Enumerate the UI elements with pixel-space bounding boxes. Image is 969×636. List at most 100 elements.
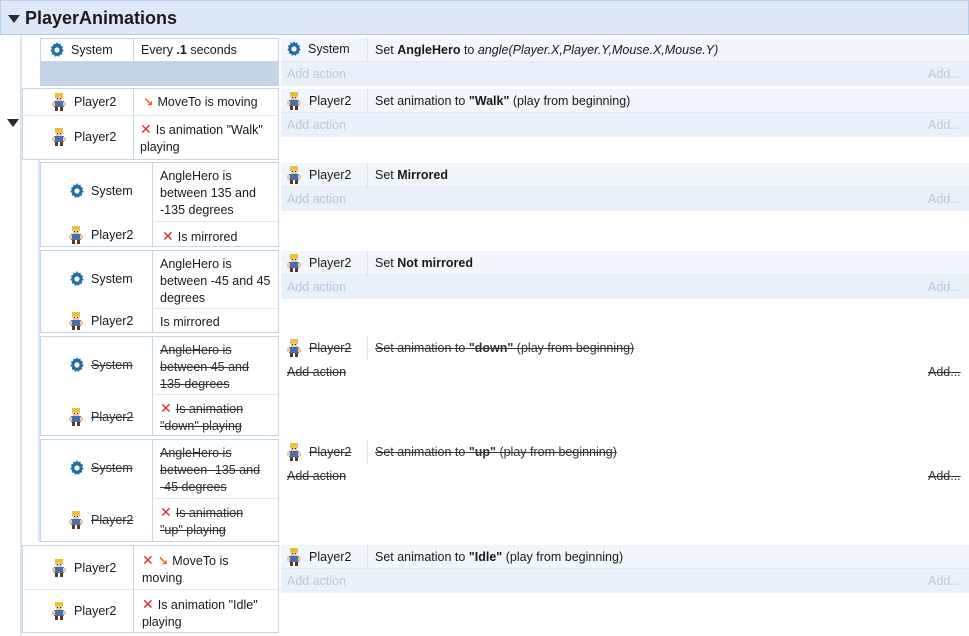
action-row[interactable]: Player2 Set Not mirrored <box>281 251 969 275</box>
add-action-row-disabled[interactable]: Add action Add... <box>281 464 969 488</box>
object-name: System <box>91 184 133 198</box>
system-gear-icon <box>69 271 85 287</box>
event-4-conditions[interactable]: System AngleHero is between -45 and 45 deg… <box>40 250 279 333</box>
add-more-link[interactable]: Add... <box>928 280 961 294</box>
action-text: Set Mirrored <box>375 168 448 182</box>
add-action-link[interactable]: Add action <box>287 469 346 483</box>
object-name: Player2 <box>74 561 117 575</box>
object-name: Player2 <box>74 604 117 618</box>
collapse-triangle-icon[interactable] <box>8 15 20 23</box>
invert-x-icon: ✕ <box>162 228 174 244</box>
add-action-link[interactable]: Add action <box>287 118 346 132</box>
action-text: Set Not mirrored <box>375 256 473 270</box>
add-action-row[interactable]: Add action Add... <box>281 569 969 593</box>
object-name: Player2 <box>91 513 134 527</box>
condition-text: Is mirrored <box>160 315 220 329</box>
action-row[interactable]: Player2 Set animation to "Walk" (play fr… <box>281 89 969 113</box>
object-name: Player2 <box>309 445 352 459</box>
action-row[interactable]: Player2 Set Mirrored <box>281 163 969 187</box>
condition-text: ✕ Is animation "up" playing <box>160 504 244 537</box>
object-name: Player2 <box>91 314 134 328</box>
invert-x-icon: ✕ <box>142 596 154 612</box>
moveto-behavior-icon: ↘ <box>157 554 169 568</box>
system-gear-icon <box>69 460 85 476</box>
group-header[interactable]: PlayerAnimations <box>0 0 969 35</box>
object-name: System <box>91 272 133 286</box>
condition-text: ✕ Is mirrored <box>162 228 238 244</box>
invert-x-icon: ✕ <box>160 400 172 416</box>
action-text: Set animation to "Walk" (play from begin… <box>375 94 631 108</box>
condition-text: ✕ Is animation "down" playing <box>160 400 244 433</box>
action-row[interactable]: System Set AngleHero to angle(Player.X,P… <box>281 38 969 62</box>
condition-text: ✕ Is animation "Walk" playing <box>140 121 263 154</box>
action-row-disabled[interactable]: Player2 Set animation to "down" (play fr… <box>281 336 969 360</box>
condition-text: AngleHero is between 45 and 135 degrees <box>160 343 249 391</box>
invert-x-icon: ✕ <box>142 552 154 568</box>
system-gear-icon <box>69 183 85 199</box>
invert-x-icon: ✕ <box>140 121 152 137</box>
invert-x-icon: ✕ <box>160 504 172 520</box>
event-5-conditions-disabled[interactable]: System AngleHero is between 45 and 135 deg… <box>40 336 279 436</box>
add-action-link[interactable]: Add action <box>287 365 346 379</box>
object-name: System <box>308 42 350 56</box>
player-sprite-icon <box>67 225 85 245</box>
event-3-conditions[interactable]: System AngleHero is between 135 and -135 d… <box>40 162 279 247</box>
add-action-link[interactable]: Add action <box>287 67 346 81</box>
add-action-link[interactable]: Add action <box>287 192 346 206</box>
action-text: Set animation to "up" (play from beginni… <box>375 445 617 459</box>
object-name: System <box>91 461 133 475</box>
action-row[interactable]: Player2 Set animation to "Idle" (play fr… <box>281 545 969 569</box>
event-7-conditions[interactable]: Player2 ✕ ↘ MoveTo is moving Player2 ✕ Is an… <box>22 545 279 633</box>
object-name: Player2 <box>91 410 134 424</box>
player-sprite-icon <box>50 127 68 147</box>
action-text: Set animation to "Idle" (play from begin… <box>375 550 624 564</box>
system-gear-icon <box>49 42 65 58</box>
event-6-conditions-disabled[interactable]: System AngleHero is between -135 and -45 d… <box>40 439 279 542</box>
event-2-conditions[interactable]: Player2 ↘ MoveTo is moving Player2 ✕ Is an… <box>22 88 279 160</box>
add-more-link[interactable]: Add... <box>928 192 961 206</box>
add-action-row[interactable]: Add action Add... <box>281 187 969 211</box>
subevents-toggle-icon[interactable] <box>7 119 19 127</box>
player-sprite-icon <box>50 601 68 621</box>
condition-text: Every .1 seconds <box>141 43 237 57</box>
event-1-condition[interactable]: System Every .1 seconds <box>40 38 279 62</box>
player-sprite-icon <box>50 92 68 112</box>
condition-text: AngleHero is between 135 and -135 degrees <box>160 169 256 217</box>
action-row-disabled[interactable]: Player2 Set animation to "up" (play from… <box>281 440 969 464</box>
add-action-link[interactable]: Add action <box>287 280 346 294</box>
system-gear-icon <box>69 357 85 373</box>
add-more-link[interactable]: Add... <box>928 469 961 483</box>
object-name: Player2 <box>91 228 134 242</box>
object-name: Player2 <box>74 130 117 144</box>
object-name: Player2 <box>309 94 352 108</box>
condition-text: AngleHero is between -45 and 45 degrees <box>160 257 271 305</box>
add-more-link[interactable]: Add... <box>928 118 961 132</box>
object-name: Player2 <box>309 168 352 182</box>
add-action-row[interactable]: Add action Add... <box>281 113 969 137</box>
player-sprite-icon <box>285 547 303 567</box>
add-more-link[interactable]: Add... <box>928 365 961 379</box>
player-sprite-icon <box>67 311 85 331</box>
add-more-link[interactable]: Add... <box>928 67 961 81</box>
object-name: Player2 <box>309 550 352 564</box>
add-action-link[interactable]: Add action <box>287 574 346 588</box>
object-name: System <box>71 43 113 57</box>
system-gear-icon <box>286 41 302 57</box>
add-more-link[interactable]: Add... <box>928 574 961 588</box>
group-title: PlayerAnimations <box>25 8 178 28</box>
object-name: Player2 <box>74 95 117 109</box>
action-text: Set AngleHero to angle(Player.X,Player.Y… <box>375 43 719 57</box>
object-name: Player2 <box>309 256 352 270</box>
condition-text: ✕ ↘ MoveTo is moving <box>142 552 229 585</box>
add-action-row-disabled[interactable]: Add action Add... <box>281 360 969 384</box>
action-text: Set animation to "down" (play from begin… <box>375 341 635 355</box>
add-action-row[interactable]: Add action Add... <box>281 62 969 86</box>
event-1-margin <box>40 62 279 86</box>
player-sprite-icon <box>285 253 303 273</box>
player-sprite-icon <box>285 338 303 358</box>
condition-text: ✕ Is animation "Idle" playing <box>142 596 258 629</box>
moveto-behavior-icon: ↘ <box>143 95 154 109</box>
condition-text: ↘ MoveTo is moving <box>143 95 258 109</box>
condition-text: AngleHero is between -135 and -45 degrees <box>160 446 261 494</box>
add-action-row[interactable]: Add action Add... <box>281 275 969 299</box>
